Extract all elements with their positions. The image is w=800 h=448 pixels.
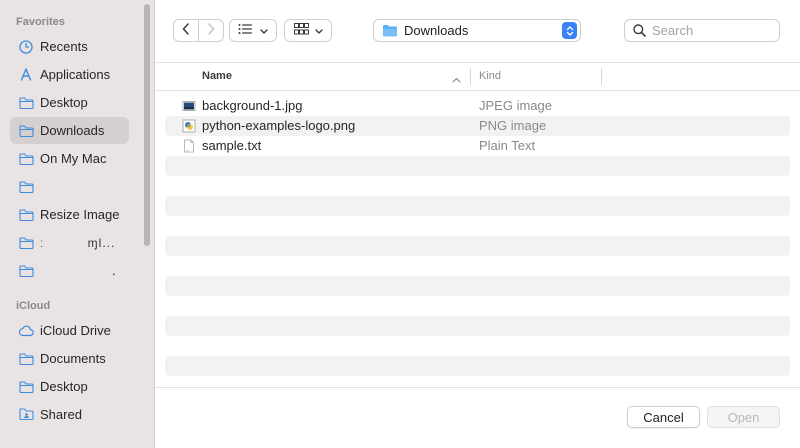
sidebar: Favorites Recents Applications Desktop D…: [0, 0, 155, 448]
sidebar-item-desktop[interactable]: Desktop: [10, 89, 129, 116]
cloud-icon: [18, 323, 34, 339]
grid-view-icon: [293, 23, 309, 38]
sidebar-item-label: Recents: [40, 39, 88, 54]
sort-ascending-icon: [452, 71, 461, 86]
folder-icon: [18, 123, 34, 139]
sidebar-item-label: On My Mac: [40, 151, 107, 166]
folder-icon: [18, 95, 34, 111]
shared-folder-icon: [18, 407, 34, 423]
location-label: Downloads: [404, 23, 469, 38]
chevron-left-icon: [182, 23, 190, 38]
search-icon: [633, 24, 646, 37]
empty-row: [165, 176, 790, 196]
navigation-buttons: [173, 19, 224, 42]
list-view-icon: [238, 23, 254, 38]
sidebar-item-label: Resize Image: [40, 207, 120, 222]
file-row[interactable]: python-examples-logo.png PNG image: [165, 116, 790, 136]
folder-icon: [18, 263, 34, 279]
sidebar-item-resize-image[interactable]: Resize Image: [10, 201, 129, 228]
clock-icon: [18, 39, 34, 55]
sidebar-item-on-my-mac[interactable]: On My Mac: [10, 145, 129, 172]
empty-row: [165, 316, 790, 336]
folder-icon: [18, 207, 34, 223]
sidebar-item-label: ː ɱl...: [40, 235, 116, 250]
empty-row: [165, 356, 790, 376]
up-down-chevron-icon: [562, 22, 577, 39]
sidebar-item-label: Documents: [40, 351, 106, 366]
empty-row: [165, 256, 790, 276]
image-file-icon: [182, 99, 196, 113]
search-field[interactable]: [624, 19, 780, 42]
file-name: sample.txt: [202, 138, 262, 153]
file-kind: JPEG image: [479, 98, 552, 113]
folder-icon: [18, 179, 34, 195]
forward-button[interactable]: [198, 20, 223, 41]
open-button[interactable]: Open: [707, 406, 780, 428]
file-kind: Plain Text: [479, 138, 536, 153]
sidebar-item-icloud-desktop[interactable]: Desktop: [10, 373, 129, 400]
column-divider[interactable]: [470, 68, 471, 85]
sidebar-item-label: Desktop: [40, 379, 88, 394]
file-name: background-1.jpg: [202, 98, 303, 113]
column-divider[interactable]: [601, 68, 602, 85]
chevron-right-icon: [207, 23, 215, 38]
sidebar-item-folder-obscured-1[interactable]: ː ɱl...: [10, 229, 129, 256]
sidebar-item-label: Desktop: [40, 95, 88, 110]
sidebar-item-label: Applications: [40, 67, 111, 82]
column-header: Name Kind: [155, 62, 800, 91]
sidebar-item-recents[interactable]: Recents: [10, 33, 129, 60]
folder-icon: [18, 379, 34, 395]
location-popup[interactable]: Downloads: [373, 19, 581, 42]
list-view-button[interactable]: [229, 19, 277, 42]
folder-icon: [18, 151, 34, 167]
cancel-button[interactable]: Cancel: [627, 406, 700, 428]
search-input[interactable]: [652, 23, 772, 38]
applications-icon: [18, 67, 34, 83]
sidebar-scrollbar[interactable]: [144, 4, 150, 246]
icloud-heading: iCloud: [16, 300, 51, 312]
folder-icon: [18, 235, 34, 251]
sidebar-item-label: .: [112, 263, 116, 278]
empty-row: [165, 336, 790, 356]
sidebar-item-shared[interactable]: Shared: [10, 401, 129, 428]
sidebar-item-label: iCloud Drive: [40, 323, 111, 338]
empty-row: [165, 296, 790, 316]
name-column-header[interactable]: Name: [202, 70, 232, 82]
chevron-down-icon: [260, 23, 268, 38]
file-row[interactable]: background-1.jpg JPEG image: [165, 96, 790, 116]
sidebar-item-documents[interactable]: Documents: [10, 345, 129, 372]
favorites-heading: Favorites: [16, 16, 65, 28]
sidebar-item-icloud-drive[interactable]: iCloud Drive: [10, 317, 129, 344]
sidebar-item-label: Shared: [40, 407, 82, 422]
empty-row: [165, 216, 790, 236]
sidebar-item-applications[interactable]: Applications: [10, 61, 129, 88]
file-row[interactable]: sample.txt Plain Text: [165, 136, 790, 156]
folder-icon: [382, 24, 398, 37]
text-file-icon: [182, 139, 196, 153]
file-list: background-1.jpg JPEG image python-examp…: [165, 96, 790, 376]
group-view-button[interactable]: [284, 19, 332, 42]
sidebar-item-downloads[interactable]: Downloads: [10, 117, 129, 144]
empty-row: [165, 196, 790, 216]
empty-row: [165, 236, 790, 256]
dialog-footer: [155, 387, 800, 448]
kind-column-header[interactable]: Kind: [479, 70, 501, 82]
sidebar-item-label: Downloads: [40, 123, 105, 138]
back-button[interactable]: [174, 20, 198, 41]
sidebar-item-unnamed-folder[interactable]: [10, 173, 129, 200]
png-file-icon: [182, 119, 196, 133]
file-name: python-examples-logo.png: [202, 118, 356, 133]
chevron-down-icon: [314, 23, 323, 38]
sidebar-item-folder-obscured-2[interactable]: .: [10, 257, 129, 284]
empty-row: [165, 276, 790, 296]
empty-row: [165, 156, 790, 176]
file-kind: PNG image: [479, 118, 547, 133]
folder-icon: [18, 351, 34, 367]
